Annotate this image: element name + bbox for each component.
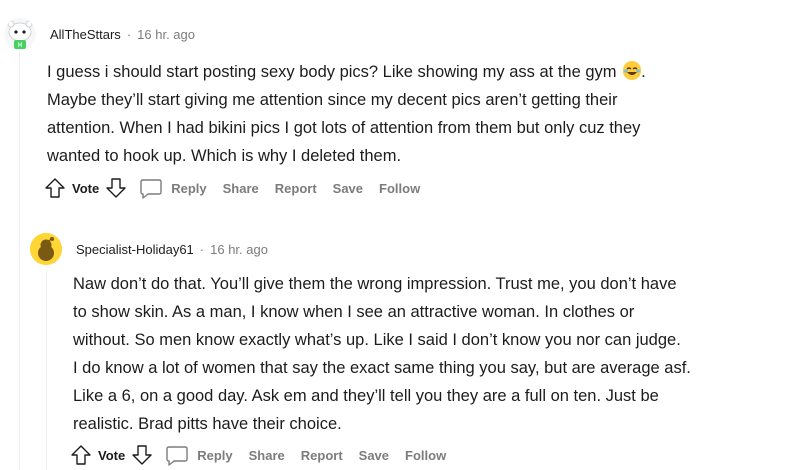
comment-line: to show skin. As a man, I know when I se… xyxy=(73,303,635,321)
report-button[interactable]: Report xyxy=(275,181,317,196)
comment-body: Naw don’t do that. You’ll give them the … xyxy=(73,270,783,438)
vote-label: Vote xyxy=(72,180,100,196)
share-button[interactable]: Share xyxy=(249,448,285,463)
upvote-button[interactable] xyxy=(44,177,66,199)
report-button[interactable]: Report xyxy=(301,448,343,463)
downvote-arrow-icon xyxy=(106,178,126,198)
avatar[interactable] xyxy=(30,233,62,265)
comment-line: without. So men know exactly what’s up. … xyxy=(73,331,681,349)
upvote-button[interactable] xyxy=(70,444,92,466)
reply-button[interactable]: Reply xyxy=(139,177,207,199)
snoo-avatar-icon xyxy=(30,233,62,265)
snoo-avatar-icon: M xyxy=(4,18,36,50)
share-button[interactable]: Share xyxy=(223,181,259,196)
downvote-button[interactable] xyxy=(105,177,127,199)
downvote-button[interactable] xyxy=(131,444,153,466)
reply-label: Reply xyxy=(197,447,233,463)
comment-header: Specialist-Holiday61 · 16 hr. ago xyxy=(30,233,268,265)
comment-actions: Vote Reply Share Report Save Follow xyxy=(44,176,420,200)
line-suffix: . xyxy=(641,63,646,81)
separator-dot: · xyxy=(199,241,205,257)
comment-line: Like a 6, on a good day. Ask em and they… xyxy=(73,387,659,405)
username[interactable]: Specialist-Holiday61 xyxy=(76,242,194,257)
timestamp[interactable]: 16 hr. ago xyxy=(137,27,195,42)
vote-label: Vote xyxy=(98,447,126,463)
timestamp[interactable]: 16 hr. ago xyxy=(210,242,268,257)
save-button[interactable]: Save xyxy=(333,181,363,196)
follow-button[interactable]: Follow xyxy=(379,181,420,196)
save-button[interactable]: Save xyxy=(359,448,389,463)
svg-text:M: M xyxy=(17,42,22,49)
reply-label: Reply xyxy=(171,180,207,196)
comment-line: I guess i should start posting sexy body… xyxy=(47,58,777,86)
comment-bubble-icon xyxy=(140,179,162,199)
thread-line-reply[interactable] xyxy=(46,270,47,470)
comment-body: I guess i should start posting sexy body… xyxy=(47,58,777,170)
follow-button[interactable]: Follow xyxy=(405,448,446,463)
comment-line-text: I guess i should start posting sexy body… xyxy=(47,63,617,81)
upvote-arrow-icon xyxy=(71,445,91,465)
upvote-arrow-icon xyxy=(45,178,65,198)
avatar[interactable]: M xyxy=(4,18,36,50)
comment-line: Naw don’t do that. You’ll give them the … xyxy=(73,275,677,293)
username[interactable]: AllTheSttars xyxy=(50,27,121,42)
comment-line: attention. When I had bikini pics I got … xyxy=(47,119,641,137)
downvote-arrow-icon xyxy=(132,445,152,465)
separator-dot: · xyxy=(126,26,132,42)
comment-line: realistic. Brad pitts have their choice. xyxy=(73,415,342,433)
laughing-face-icon xyxy=(623,61,642,80)
reply-button[interactable]: Reply xyxy=(165,444,233,466)
comment-line: wanted to hook up. Which is why I delete… xyxy=(47,147,402,165)
comment-header: M AllTheSttars · 16 hr. ago xyxy=(4,18,195,50)
thread-line-root[interactable] xyxy=(19,52,20,470)
comment-line: I do know a lot of women that say the ex… xyxy=(73,359,691,377)
comment-line: Maybe they’ll start giving me attention … xyxy=(47,91,618,109)
comment-bubble-icon xyxy=(166,446,188,466)
comment-actions: Vote Reply Share Report Save Follow xyxy=(70,443,446,467)
